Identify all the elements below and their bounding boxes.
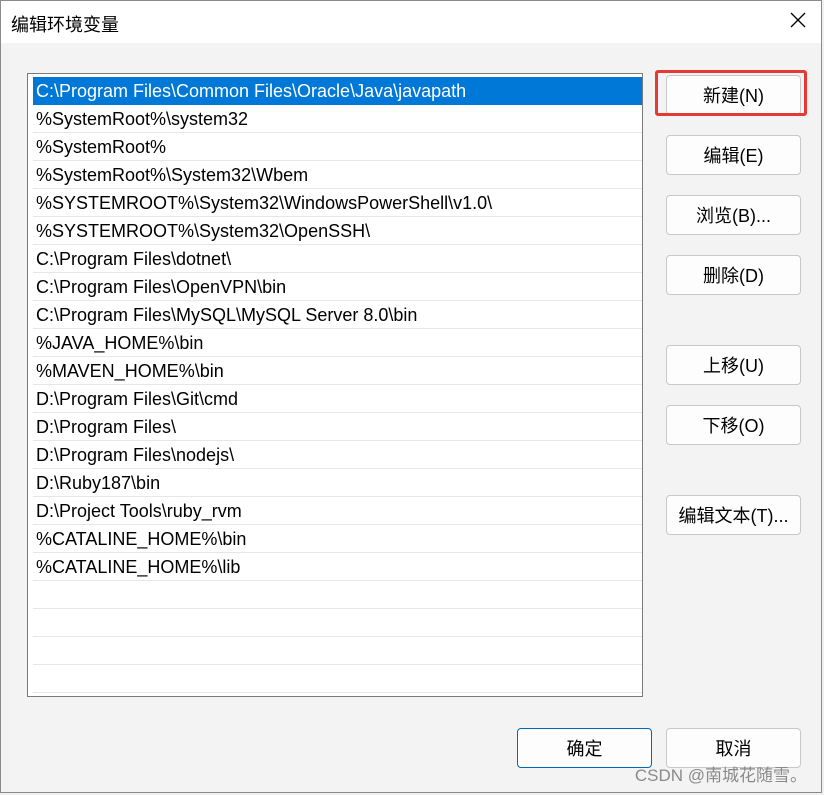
- browse-button[interactable]: 浏览(B)...: [666, 195, 801, 235]
- path-list-item[interactable]: %SystemRoot%\System32\Wbem: [33, 161, 642, 189]
- path-list-item[interactable]: %JAVA_HOME%\bin: [33, 329, 642, 357]
- edit-text-button[interactable]: 编辑文本(T)...: [666, 495, 801, 535]
- path-list-item[interactable]: C:\Program Files\dotnet\: [33, 245, 642, 273]
- delete-button[interactable]: 删除(D): [666, 255, 801, 295]
- path-list-item[interactable]: %MAVEN_HOME%\bin: [33, 357, 642, 385]
- path-list-item[interactable]: %SystemRoot%: [33, 133, 642, 161]
- empty-list-row[interactable]: [33, 581, 642, 609]
- path-list-item[interactable]: D:\Program Files\: [33, 413, 642, 441]
- path-list-item[interactable]: C:\Program Files\Common Files\Oracle\Jav…: [33, 77, 642, 105]
- path-list-item[interactable]: D:\Program Files\Git\cmd: [33, 385, 642, 413]
- edit-button[interactable]: 编辑(E): [666, 135, 801, 175]
- path-list-item[interactable]: D:\Project Tools\ruby_rvm: [33, 497, 642, 525]
- edit-env-variable-dialog: 编辑环境变量 C:\Program Files\Common Files\Ora…: [0, 0, 822, 793]
- close-icon: [790, 12, 806, 33]
- path-list-item[interactable]: D:\Ruby187\bin: [33, 469, 642, 497]
- ok-button[interactable]: 确定: [517, 728, 652, 768]
- path-listbox[interactable]: C:\Program Files\Common Files\Oracle\Jav…: [27, 73, 643, 697]
- path-list-item[interactable]: %SYSTEMROOT%\System32\WindowsPowerShell\…: [33, 189, 642, 217]
- empty-list-row[interactable]: [33, 609, 642, 637]
- path-list-item[interactable]: %CATALINE_HOME%\lib: [33, 553, 642, 581]
- path-list-item[interactable]: %SYSTEMROOT%\System32\OpenSSH\: [33, 217, 642, 245]
- path-list-item[interactable]: %SystemRoot%\system32: [33, 105, 642, 133]
- empty-list-row[interactable]: [33, 637, 642, 665]
- watermark: CSDN @南城花随雪。: [634, 766, 807, 785]
- empty-list-row[interactable]: [33, 665, 642, 693]
- move-down-button[interactable]: 下移(O): [666, 405, 801, 445]
- path-list-item[interactable]: C:\Program Files\OpenVPN\bin: [33, 273, 642, 301]
- path-list-item[interactable]: %CATALINE_HOME%\bin: [33, 525, 642, 553]
- close-button[interactable]: [775, 1, 821, 43]
- window-title: 编辑环境变量: [11, 15, 119, 35]
- new-button[interactable]: 新建(N): [666, 75, 801, 115]
- title-bar: 编辑环境变量: [1, 1, 821, 43]
- path-list-item[interactable]: C:\Program Files\MySQL\MySQL Server 8.0\…: [33, 301, 642, 329]
- move-up-button[interactable]: 上移(U): [666, 345, 801, 385]
- path-list-item[interactable]: D:\Program Files\nodejs\: [33, 441, 642, 469]
